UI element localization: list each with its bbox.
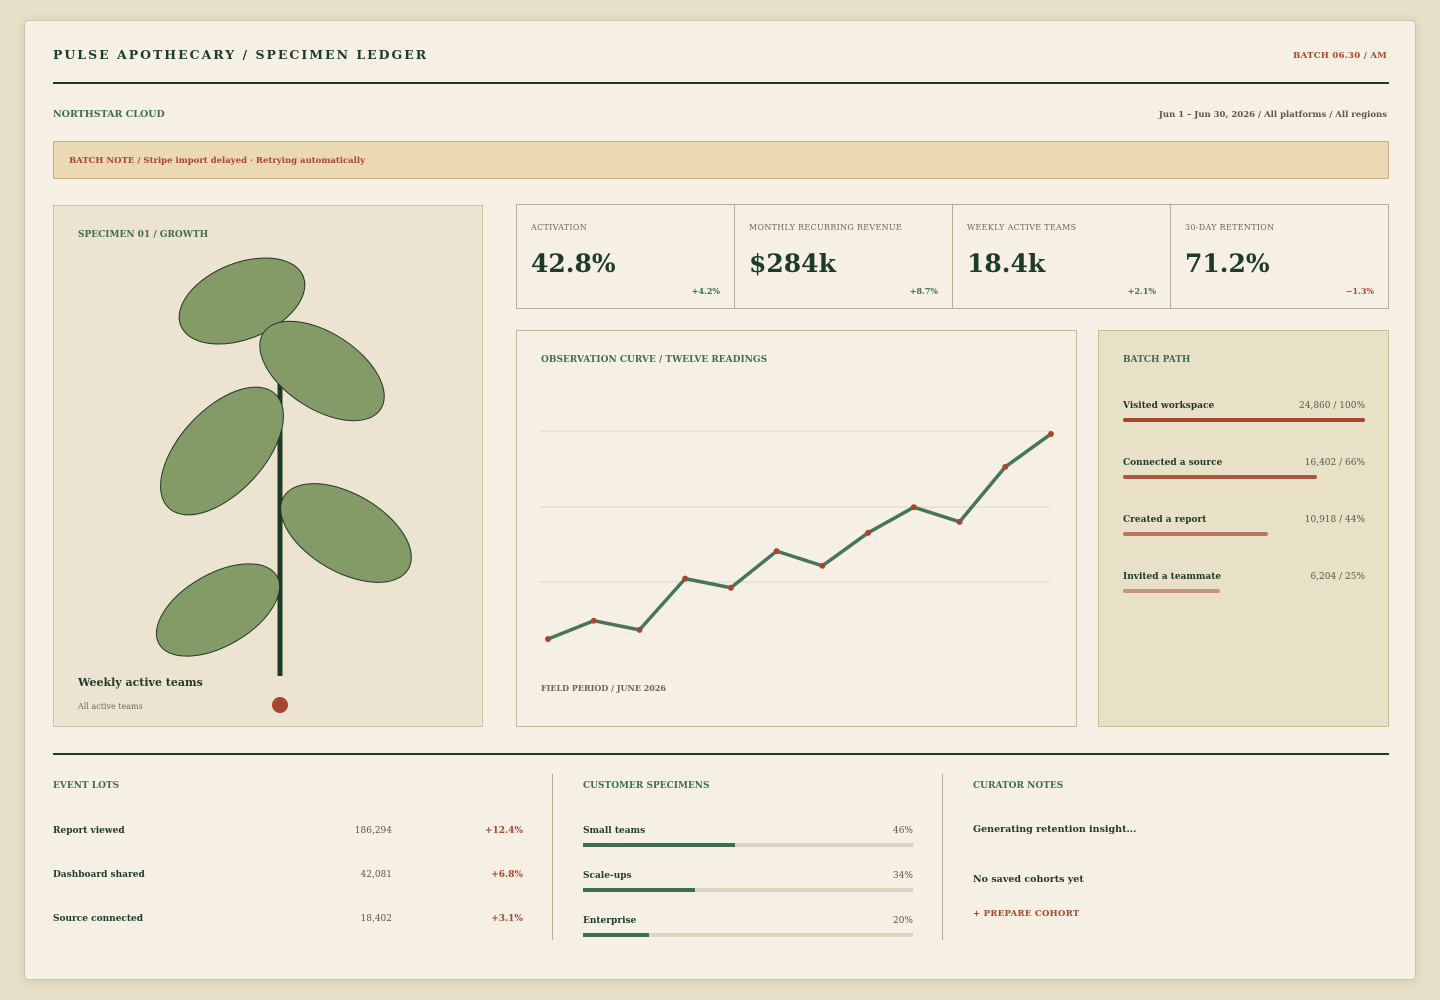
batch-path-label: BATCH PATH xyxy=(1123,355,1191,365)
funnel-step-value: 10,918 / 44% xyxy=(1304,515,1365,525)
batch-path-card: BATCH PATH Visited workspace 24,860 / 10… xyxy=(1098,330,1389,727)
ledger-page: PULSE APOTHECARY / SPECIMEN LEDGER BATCH… xyxy=(24,20,1416,980)
leaf-4 xyxy=(280,483,412,583)
kpi-delta: −1.3% xyxy=(1345,286,1374,296)
data-point xyxy=(636,626,643,633)
event-delta: +12.4% xyxy=(484,826,523,836)
data-point xyxy=(727,584,734,591)
event-delta: +3.1% xyxy=(491,914,523,924)
leaf-5 xyxy=(155,563,281,657)
segment-percent: 46% xyxy=(892,826,913,836)
event-row[interactable]: Report viewed 186,294 +12.4% xyxy=(53,826,523,840)
event-name: Dashboard shared xyxy=(53,870,145,880)
segment-bar-track xyxy=(583,933,913,937)
segment-bar-fill xyxy=(583,933,649,937)
event-count: 42,081 xyxy=(360,870,393,880)
event-delta: +6.8% xyxy=(491,870,523,880)
segment-name: Enterprise xyxy=(583,916,637,926)
kpi-label: WEEKLY ACTIVE TEAMS xyxy=(967,223,1077,232)
column-divider xyxy=(942,774,943,940)
kpi-card-weekly-active-teams[interactable]: WEEKLY ACTIVE TEAMS 18.4k +2.1% xyxy=(953,205,1171,308)
funnel-bar xyxy=(1123,589,1220,593)
specimen-dot xyxy=(272,697,288,713)
curve-footer: FIELD PERIOD / JUNE 2026 xyxy=(541,683,666,693)
data-point xyxy=(682,575,689,582)
column-divider xyxy=(552,774,553,940)
empty-cohorts-message: No saved cohorts yet xyxy=(973,874,1084,885)
specimen-title: Weekly active teams xyxy=(78,676,203,689)
funnel-step-value: 16,402 / 66% xyxy=(1304,458,1365,468)
brand-title: PULSE APOTHECARY / SPECIMEN LEDGER xyxy=(53,47,429,62)
segment-bar-track xyxy=(583,888,913,892)
segment-percent: 34% xyxy=(892,871,913,881)
funnel-bar xyxy=(1123,532,1269,536)
funnel-step-name: Invited a teammate xyxy=(1123,572,1222,582)
segment-bar-fill xyxy=(583,888,696,892)
header-divider xyxy=(53,82,1389,84)
batch-note-banner: BATCH NOTE / Stripe import delayed · Ret… xyxy=(53,141,1389,179)
event-count: 186,294 xyxy=(354,826,392,836)
specimen-subtitle: All active teams xyxy=(78,702,143,711)
segment-bar-track xyxy=(583,843,913,847)
funnel-step-name: Connected a source xyxy=(1123,458,1223,468)
prepare-cohort-button[interactable]: + PREPARE COHORT xyxy=(973,909,1080,919)
kpi-card-mrr[interactable]: MONTHLY RECURRING REVENUE $284k +8.7% xyxy=(735,205,953,308)
data-point xyxy=(545,636,551,643)
kpi-label: MONTHLY RECURRING REVENUE xyxy=(749,223,903,232)
observation-curve-card: OBSERVATION CURVE / TWELVE READINGS FIEL… xyxy=(516,330,1077,727)
event-name: Source connected xyxy=(53,914,144,924)
kpi-label: ACTIVATION xyxy=(531,223,588,232)
data-point xyxy=(590,617,597,624)
data-point xyxy=(1002,463,1009,470)
kpi-label: 30-DAY RETENTION xyxy=(1185,223,1275,232)
segment-name: Scale-ups xyxy=(583,871,632,881)
kpi-value: 18.4k xyxy=(967,249,1046,278)
kpi-card-retention[interactable]: 30-DAY RETENTION 71.2% −1.3% xyxy=(1171,205,1388,308)
batch-label: BATCH 06.30 / AM xyxy=(1293,51,1387,61)
section-divider xyxy=(53,753,1389,755)
data-point xyxy=(865,529,872,536)
line-chart[interactable] xyxy=(517,331,1076,726)
kpi-value: $284k xyxy=(749,249,836,278)
event-row[interactable]: Source connected 18,402 +3.1% xyxy=(53,914,523,928)
kpi-delta: +4.2% xyxy=(691,286,720,296)
organization-selector[interactable]: NORTHSTAR CLOUD xyxy=(53,109,165,120)
kpi-delta: +2.1% xyxy=(1127,286,1156,296)
customer-specimens-label: CUSTOMER SPECIMENS xyxy=(583,781,710,791)
insight-status: Generating retention insight... xyxy=(973,824,1137,835)
event-lots-label: EVENT LOTS xyxy=(53,781,120,791)
funnel-step-value: 6,204 / 25% xyxy=(1310,572,1365,582)
data-point xyxy=(1048,430,1054,437)
funnel-step-value: 24,860 / 100% xyxy=(1299,401,1365,411)
segment-bar-fill xyxy=(583,843,735,847)
data-point xyxy=(773,548,780,555)
kpi-row: ACTIVATION 42.8% +4.2% MONTHLY RECURRING… xyxy=(516,204,1389,309)
kpi-value: 42.8% xyxy=(531,249,616,278)
funnel-step-name: Created a report xyxy=(1123,515,1207,525)
date-range-filter[interactable]: Jun 1 – Jun 30, 2026 / All platforms / A… xyxy=(1159,110,1387,120)
funnel-bar xyxy=(1123,418,1365,422)
event-name: Report viewed xyxy=(53,826,125,836)
kpi-delta: +8.7% xyxy=(909,286,938,296)
specimen-card[interactable]: SPECIMEN 01 / GROWTH Weekly active teams… xyxy=(53,205,483,727)
segment-percent: 20% xyxy=(892,916,913,926)
kpi-card-activation[interactable]: ACTIVATION 42.8% +4.2% xyxy=(517,205,735,308)
data-point xyxy=(910,504,917,511)
plant-illustration xyxy=(155,257,412,713)
series-line xyxy=(547,432,1053,641)
kpi-value: 71.2% xyxy=(1185,249,1270,278)
segment-name: Small teams xyxy=(583,826,646,836)
funnel-bar xyxy=(1123,475,1317,479)
data-point xyxy=(819,562,826,569)
data-point xyxy=(956,518,963,525)
event-row[interactable]: Dashboard shared 42,081 +6.8% xyxy=(53,870,523,884)
funnel-step-name: Visited workspace xyxy=(1123,401,1215,411)
specimen-label: SPECIMEN 01 / GROWTH xyxy=(78,230,209,240)
event-count: 18,402 xyxy=(360,914,393,924)
curator-notes-label: CURATOR NOTES xyxy=(973,781,1064,791)
